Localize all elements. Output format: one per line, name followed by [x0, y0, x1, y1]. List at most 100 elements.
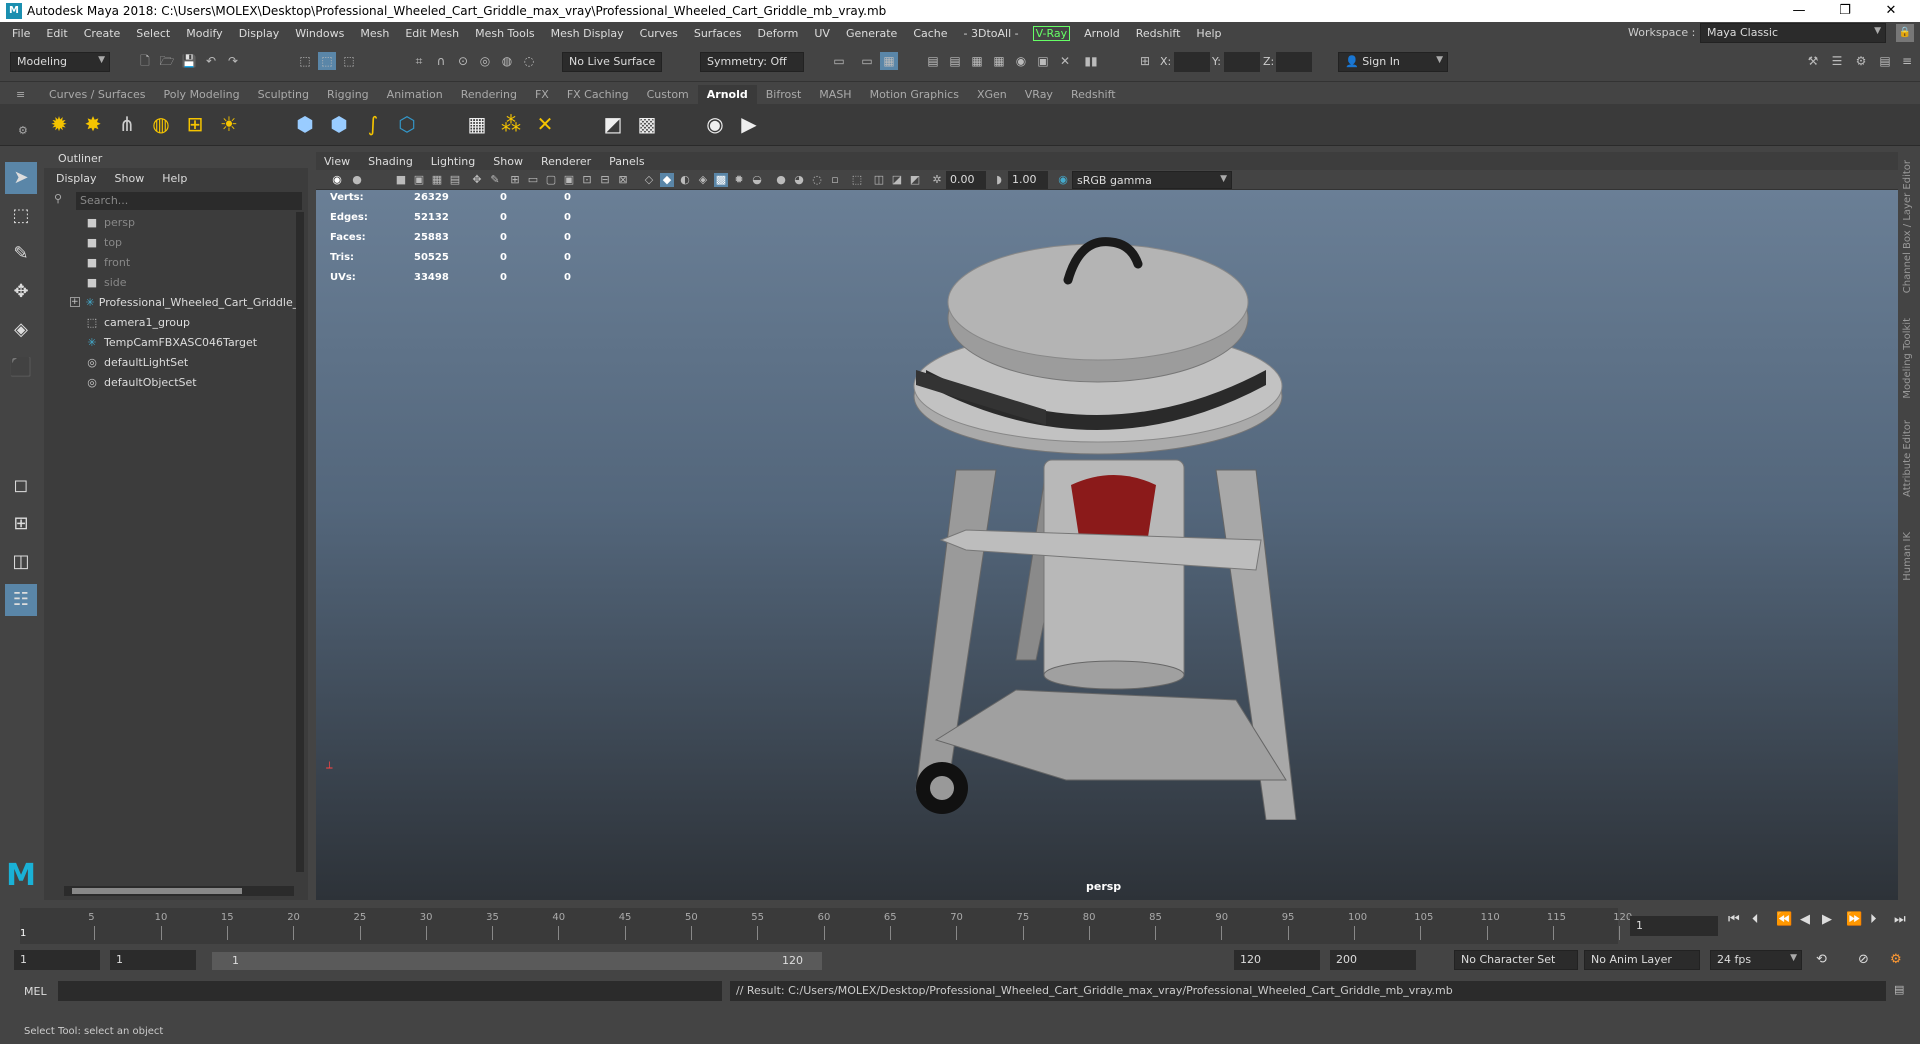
textured-icon[interactable]: ▩ [714, 173, 728, 187]
command-input[interactable] [58, 981, 722, 1001]
tab-curves-surfaces[interactable]: Curves / Surfaces [40, 85, 155, 104]
menu-display[interactable]: Display [231, 27, 288, 40]
lock-camera-icon[interactable]: ● [350, 173, 364, 187]
range-slider[interactable]: 1 120 [212, 952, 822, 970]
use-all-lights-icon[interactable]: ✹ [732, 173, 746, 187]
outliner-search-input[interactable]: Search... [76, 192, 302, 210]
flush-textures-icon[interactable]: ✕ [530, 109, 560, 139]
step-back-icon[interactable]: ⏴ [1752, 912, 1759, 927]
field-chart-icon[interactable]: ⊡ [580, 173, 594, 187]
tab-attribute-editor[interactable]: Attribute Editor [1902, 420, 1913, 497]
viewport-menu-show[interactable]: Show [493, 155, 523, 168]
lasso-tool-icon[interactable]: ⬚ [5, 200, 37, 232]
z-field[interactable] [1276, 52, 1312, 72]
menu-file[interactable]: File [4, 27, 38, 40]
photometric-light-icon[interactable]: ⋔ [112, 109, 142, 139]
curve-collector-icon[interactable]: ∫ [358, 109, 388, 139]
scene-start-field[interactable]: 1 [14, 950, 100, 970]
depth-of-field-icon[interactable]: ▫ [828, 173, 842, 187]
hypershade-icon[interactable]: ▦ [968, 52, 986, 70]
play-forwards-icon[interactable]: ▶ [1822, 912, 1832, 927]
outliner-menu-help[interactable]: Help [162, 172, 187, 185]
render-icon[interactable]: ▤ [924, 52, 942, 70]
live-surface-field[interactable]: No Live Surface [562, 52, 662, 72]
minimize-button[interactable]: — [1776, 0, 1822, 22]
snap-curve-icon[interactable]: ∩ [432, 52, 450, 70]
four-view-icon[interactable]: ⊞ [5, 508, 37, 540]
undo-icon[interactable]: ↶ [202, 52, 220, 70]
tx-manager-icon[interactable]: ▦ [462, 109, 492, 139]
shadows-icon[interactable]: ◒ [750, 173, 764, 187]
motion-blur-icon[interactable]: ◕ [792, 173, 806, 187]
script-editor-icon[interactable]: ▤ [1894, 983, 1904, 996]
tab-sculpting[interactable]: Sculpting [249, 85, 318, 104]
tab-human-ik[interactable]: Human IK [1902, 532, 1913, 581]
render-sequence-icon[interactable]: ▤ [946, 52, 964, 70]
menu-edit[interactable]: Edit [38, 27, 75, 40]
filter-icon[interactable]: ⚲ [54, 192, 62, 205]
outliner-item-default-light-set[interactable]: ◎ defaultLightSet [84, 352, 314, 372]
menu-curves[interactable]: Curves [632, 27, 686, 40]
menu-windows[interactable]: Windows [287, 27, 352, 40]
outliner-item-top[interactable]: ■ top [84, 232, 314, 252]
render-settings-icon[interactable]: ▦ [990, 52, 1008, 70]
snap-surface-icon[interactable]: ◍ [498, 52, 516, 70]
go-to-end-icon[interactable]: ⏭ [1894, 912, 1906, 927]
griddle-cart-model[interactable] [856, 220, 1356, 820]
menu-generate[interactable]: Generate [838, 27, 905, 40]
outliner-horizontal-scrollbar[interactable] [64, 886, 294, 896]
go-to-start-icon[interactable]: ⏮ [1728, 912, 1740, 927]
menu-mesh-tools[interactable]: Mesh Tools [467, 27, 543, 40]
viewport-menu-panels[interactable]: Panels [609, 155, 644, 168]
flush-cache-icon[interactable]: ⁂ [496, 109, 526, 139]
lock-icon[interactable]: 🔒 [1896, 24, 1914, 42]
tab-rigging[interactable]: Rigging [318, 85, 378, 104]
menu-mesh[interactable]: Mesh [352, 27, 397, 40]
tool-settings-icon[interactable]: ⚙ [1852, 52, 1870, 70]
menu-modify[interactable]: Modify [178, 27, 230, 40]
select-tool-icon[interactable]: ➤ [5, 162, 37, 194]
screen-space-ao-icon[interactable]: ● [774, 173, 788, 187]
gate-mask-icon[interactable]: ▣ [562, 173, 576, 187]
outliner-item-griddle[interactable]: + ✳ Professional_Wheeled_Cart_Griddle_r [70, 292, 300, 312]
shelf-menu-icon[interactable]: ≡ [16, 88, 25, 101]
tab-mash[interactable]: MASH [810, 85, 860, 104]
safe-title-icon[interactable]: ⊠ [616, 173, 630, 187]
loop-icon[interactable]: ⟲ [1816, 952, 1827, 967]
vray-settings-icon[interactable]: ✕ [1056, 52, 1074, 70]
menu-uv[interactable]: UV [806, 27, 838, 40]
snap-view-icon[interactable]: ◎ [476, 52, 494, 70]
current-frame-field[interactable]: 1 [1630, 916, 1718, 936]
reference-icon[interactable]: ▤ [448, 173, 462, 187]
outliner-layout-icon[interactable]: ☷ [5, 584, 37, 616]
gamma-field[interactable]: 1.00 [1008, 171, 1048, 189]
mode-dropdown[interactable]: Modeling ▼ [10, 52, 110, 72]
render-play-icon[interactable]: ▶ [734, 109, 764, 139]
film-gate-icon[interactable]: ▭ [526, 173, 540, 187]
rotate-tool-icon[interactable]: ◈ [5, 314, 37, 346]
character-set-dropdown[interactable]: No Character Set [1454, 950, 1578, 970]
grease-pencil-icon[interactable]: ✎ [488, 173, 502, 187]
xray-components-icon[interactable]: ◩ [908, 173, 922, 187]
open-scene-icon[interactable]: 🗁 [158, 52, 176, 70]
arnold-render-icon[interactable]: ◉ [1012, 52, 1030, 70]
transform-coords-icon[interactable]: ⊞ [1136, 52, 1154, 70]
grid-icon[interactable]: ⊞ [508, 173, 522, 187]
outliner-item-front[interactable]: ■ front [84, 252, 314, 272]
pause-icon[interactable]: ▮▮ [1082, 52, 1100, 70]
current-frame-marker[interactable]: 1 [20, 928, 26, 939]
outliner-item-tempcam-target[interactable]: ✳ TempCamFBXASC046Target [84, 332, 314, 352]
render-view-icon[interactable]: ▭ [858, 52, 876, 70]
menu-create[interactable]: Create [76, 27, 129, 40]
export-standin-icon[interactable]: ⬢ [324, 109, 354, 139]
bookmarks-icon[interactable]: ▣ [412, 173, 426, 187]
outliner-item-persp[interactable]: ■ persp [84, 212, 314, 232]
timeline-track[interactable]: 1 5 10 15 20 25 30 35 40 45 50 55 60 65 70 75 80 85 90 95 10… [20, 908, 1632, 944]
viewport-menu-view[interactable]: View [324, 155, 350, 168]
vray-render-icon[interactable]: ▣ [1034, 52, 1052, 70]
physical-sky-icon[interactable]: ☀ [214, 109, 244, 139]
menu-select[interactable]: Select [128, 27, 178, 40]
menu-cache[interactable]: Cache [905, 27, 955, 40]
render-view-eye-icon[interactable]: ◉ [700, 109, 730, 139]
persp-outliner-icon[interactable]: ◫ [5, 546, 37, 578]
